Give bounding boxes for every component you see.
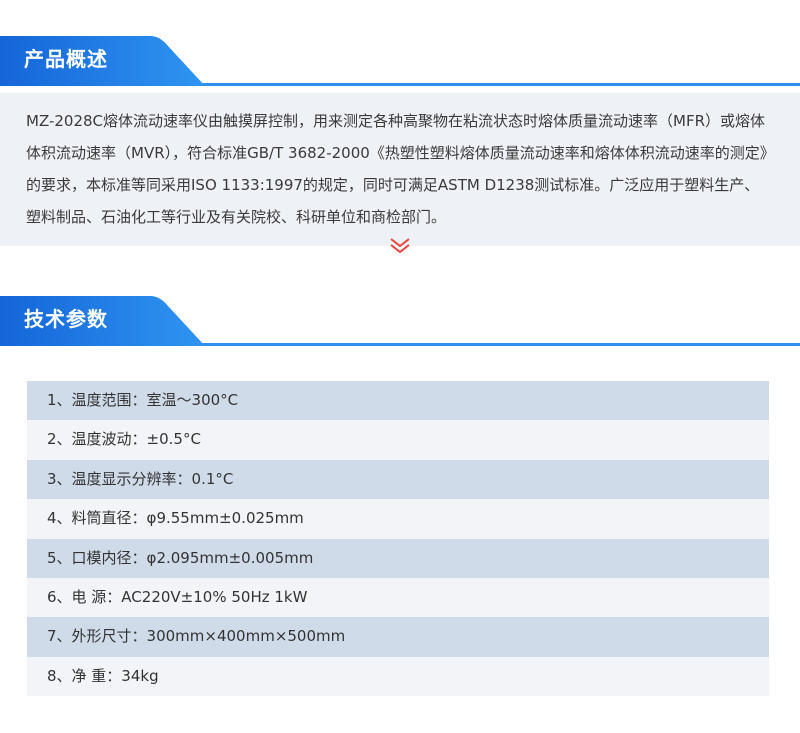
params-table: 1、温度范围：室温～300°C 2、温度波动：±0.5°C 3、温度显示分辨率：… <box>27 381 769 697</box>
section-title: 产品概述 <box>24 47 108 71</box>
param-row-power-supply: 6、电 源：AC220V±10% 50Hz 1kW <box>27 577 769 618</box>
double-chevron-down-icon[interactable] <box>389 236 411 254</box>
params-section-header: 技术参数 <box>0 296 800 346</box>
overview-box: MZ-2028C熔体流动速率仪由触摸屏控制，用来测定各种高聚物在粘流状态时熔体质… <box>0 93 800 246</box>
param-row-dimensions: 7、外形尺寸：300mm×400mm×500mm <box>27 617 769 657</box>
param-row-display-resolution: 3、温度显示分辨率：0.1°C <box>27 459 769 500</box>
overview-section-header: 产品概述 <box>0 36 800 86</box>
header-tab: 产品概述 <box>0 36 205 86</box>
section-title: 技术参数 <box>24 307 108 331</box>
param-row-barrel-diameter: 4、料筒直径：φ9.55mm±0.025mm <box>27 499 769 539</box>
param-row-die-diameter: 5、口模内径：φ2.095mm±0.005mm <box>27 538 769 578</box>
overview-text: MZ-2028C熔体流动速率仪由触摸屏控制，用来测定各种高聚物在粘流状态时熔体质… <box>26 112 768 226</box>
param-row-net-weight: 8、净 重：34kg <box>27 656 769 697</box>
header-tab: 技术参数 <box>0 296 205 346</box>
param-row-temperature-fluctuation: 2、温度波动：±0.5°C <box>27 420 769 460</box>
param-row-temperature-range: 1、温度范围：室温～300°C <box>27 381 769 421</box>
